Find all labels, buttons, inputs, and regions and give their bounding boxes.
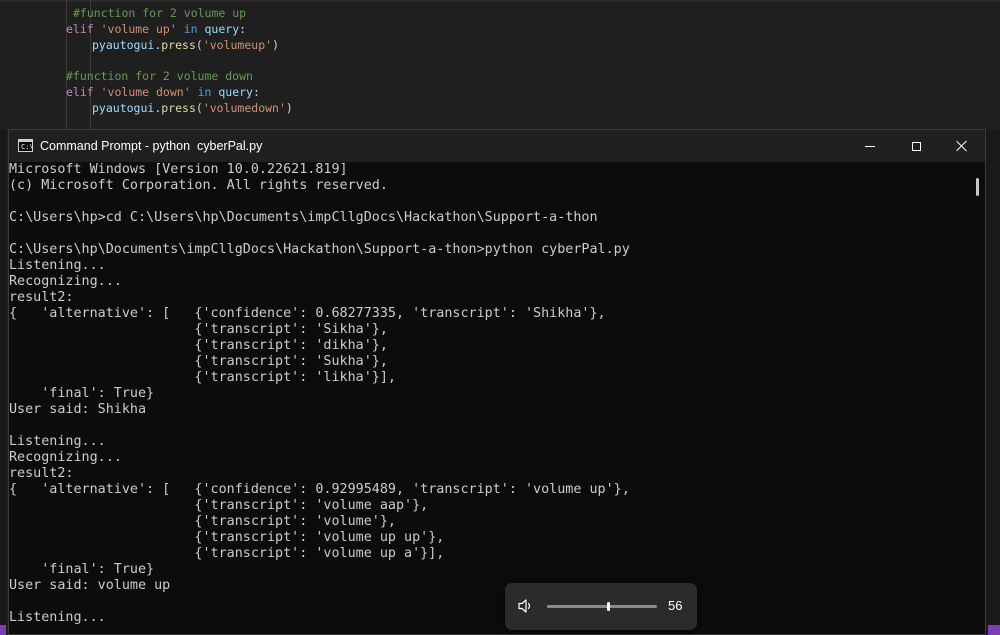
console-line: 'final': True} — [9, 386, 155, 401]
editor-left-gutter — [0, 130, 6, 635]
volume-level: 56 — [668, 598, 683, 613]
code-line: elif 'volume up' in query: — [66, 21, 246, 37]
cmd-icon: C:\ — [18, 139, 34, 152]
code-editor-background: #function for 2 volume up elif 'volume u… — [0, 0, 1000, 130]
code-token: : — [252, 85, 260, 99]
code-token: ( — [195, 38, 203, 52]
code-token: 'volume down' — [100, 85, 191, 99]
maximize-icon — [911, 141, 921, 151]
volume-slider[interactable] — [547, 602, 657, 611]
editor-status-marker — [988, 625, 1000, 635]
console-line: result2: — [9, 466, 74, 481]
code-line: pyautogui.press('volumedown') — [92, 100, 293, 116]
code-line: #function for 2 volume down — [66, 68, 253, 84]
editor-status-marker — [0, 625, 6, 635]
indent-guide — [66, 0, 67, 130]
editor-right-scrollbar[interactable] — [986, 130, 1000, 635]
speaker-icon[interactable] — [517, 598, 535, 614]
console-line: result2: — [9, 290, 74, 305]
code-token: query — [204, 22, 240, 36]
volume-flyout: 56 — [505, 583, 697, 630]
code-token: pyautogui — [92, 38, 155, 52]
code-token: 'volumedown' — [202, 101, 286, 115]
command-prompt-window[interactable]: C:\ Command Prompt - python cyberPal.py … — [8, 129, 986, 635]
console-line: Listening... — [9, 434, 106, 449]
console-line: (c) Microsoft Corporation. All rights re… — [9, 178, 388, 193]
code-token: in — [176, 22, 205, 36]
code-token: ) — [285, 101, 293, 115]
scrollbar-thumb[interactable] — [976, 178, 979, 196]
maximize-button[interactable] — [893, 130, 939, 162]
console-output[interactable]: Microsoft Windows [Version 10.0.22621.81… — [9, 162, 969, 634]
cmd-icon-prompt: C:\ — [21, 143, 34, 151]
console-line: {'transcript': 'Sikha'}, — [9, 322, 388, 337]
window-title: Command Prompt - python cyberPal.py — [40, 139, 263, 153]
code-token: #function for 2 volume down — [66, 69, 253, 83]
code-line: #function for 2 volume up — [73, 5, 246, 21]
code-token: press — [161, 38, 196, 52]
volume-slider-fill — [547, 605, 609, 608]
console-line: User said: Shikha — [9, 402, 147, 417]
code-line: elif 'volume down' in query: — [66, 84, 260, 100]
console-line: Listening... — [9, 258, 106, 273]
console-line: User said: volume up — [9, 578, 171, 593]
code-token: ) — [272, 38, 279, 52]
minimize-button[interactable] — [847, 130, 893, 162]
code-token: : — [239, 22, 247, 36]
console-line: Microsoft Windows [Version 10.0.22621.81… — [9, 162, 348, 177]
console-scrollbar[interactable] — [971, 162, 985, 634]
code-token: #function for 2 volume up — [73, 6, 247, 20]
window-titlebar[interactable]: C:\ Command Prompt - python cyberPal.py — [9, 130, 985, 162]
console-line: {'transcript': 'volume aap'}, — [9, 498, 429, 513]
console-line: {'transcript': 'volume'}, — [9, 514, 396, 529]
console-line: C:\Users\hp\Documents\impCllgDocs\Hackat… — [9, 242, 630, 257]
code-token: press — [161, 101, 196, 115]
console-line: {'transcript': 'dikha'}, — [9, 338, 388, 353]
minimize-icon — [865, 145, 875, 147]
console-line: {'transcript': 'volume up up'}, — [9, 530, 445, 545]
console-line: 'final': True} — [9, 562, 155, 577]
volume-slider-thumb[interactable] — [607, 602, 611, 611]
code-token: 'volumeup' — [202, 38, 273, 52]
console-line: Recognizing... — [9, 274, 122, 289]
console-line: {'transcript': 'volume up a'}], — [9, 546, 445, 561]
code-token: pyautogui — [92, 101, 155, 115]
code-token: elif — [66, 85, 101, 99]
console-line: Recognizing... — [9, 450, 122, 465]
code-token: query — [218, 85, 253, 99]
console-line: {'transcript': 'likha'}], — [9, 370, 396, 385]
code-line: pyautogui.press('volumeup') — [92, 37, 279, 53]
console-line: {'transcript': 'Sukha'}, — [9, 354, 388, 369]
editor-top-border — [0, 0, 1000, 2]
console-line: Listening... — [9, 610, 106, 625]
code-token: elif — [66, 22, 101, 36]
console-line: C:\Users\hp>cd C:\Users\hp\Documents\imp… — [9, 210, 598, 225]
console-line: { 'alternative': [ {'confidence': 0.9299… — [9, 482, 630, 497]
close-button[interactable] — [939, 130, 985, 162]
close-icon — [956, 140, 968, 152]
code-token: ( — [195, 101, 203, 115]
console-line: { 'alternative': [ {'confidence': 0.6827… — [9, 306, 606, 321]
code-token: in — [190, 85, 219, 99]
code-token: 'volume up' — [100, 22, 177, 36]
